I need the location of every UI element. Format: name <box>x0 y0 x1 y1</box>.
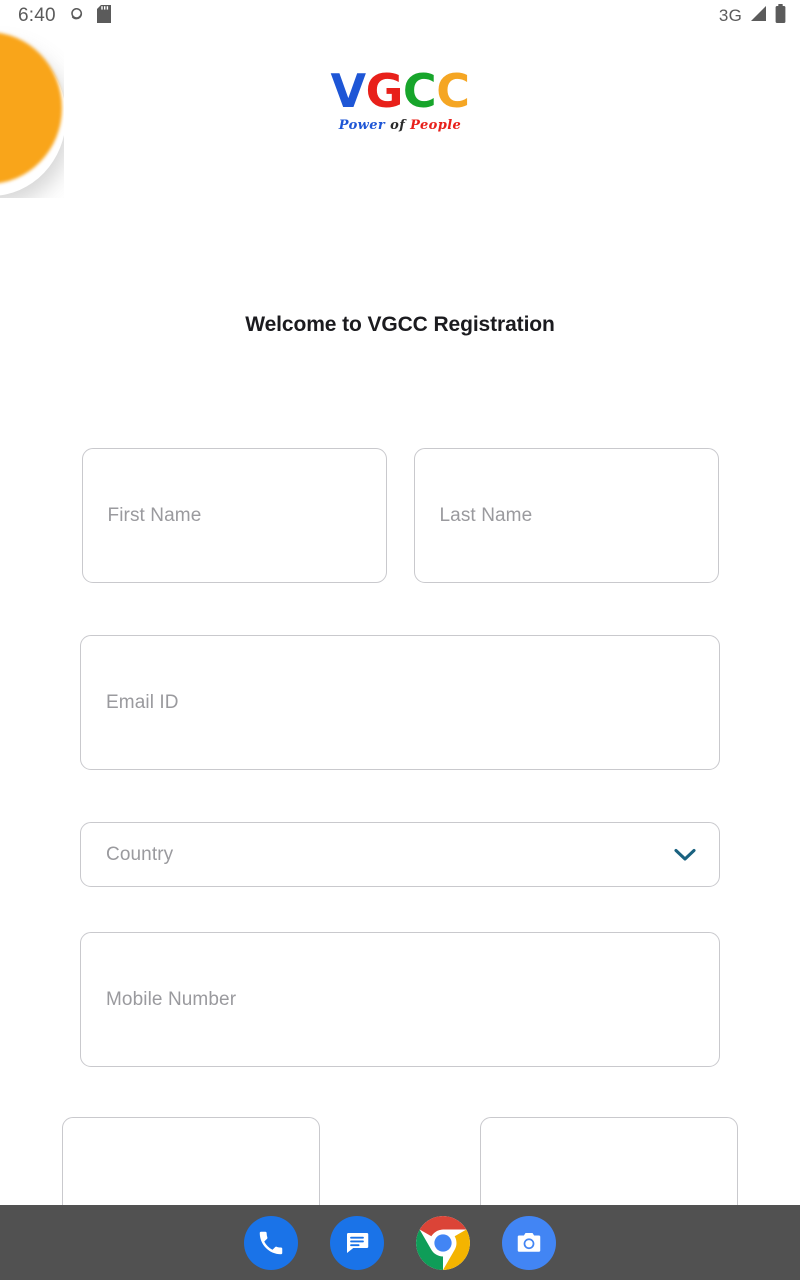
mobile-number-input[interactable]: Mobile Number <box>80 932 720 1067</box>
country-placeholder: Country <box>106 843 174 865</box>
first-name-placeholder: First Name <box>107 504 202 526</box>
sd-card-icon <box>96 4 111 28</box>
logo-letter-c1: C <box>402 64 437 118</box>
signal-icon <box>749 5 768 27</box>
email-input[interactable]: Email ID <box>80 635 720 770</box>
country-select[interactable]: Country <box>80 822 720 887</box>
chrome-icon[interactable] <box>416 1215 470 1270</box>
status-bar: 6:40 3G <box>0 0 800 32</box>
email-placeholder: Email ID <box>106 691 179 713</box>
logo-tagline: Power of People <box>0 119 800 132</box>
email-field-row: Email ID <box>0 635 800 770</box>
app-dock <box>0 1205 800 1280</box>
location-field-row: State Zip or Pincode <box>0 1117 800 1205</box>
mobile-placeholder: Mobile Number <box>106 988 237 1010</box>
last-name-input[interactable]: Last Name <box>413 448 719 583</box>
battery-icon <box>775 4 786 28</box>
phone-icon[interactable] <box>244 1215 298 1270</box>
state-input[interactable]: State <box>62 1117 320 1205</box>
app-logo: VGCC Power of People <box>0 68 800 132</box>
chevron-down-icon[interactable] <box>671 841 699 869</box>
zip-input[interactable]: Zip or Pincode <box>480 1117 738 1205</box>
tagline-word-of: of <box>390 118 406 133</box>
logo-letter-v: V <box>330 64 367 118</box>
country-field-row: Country <box>0 822 800 887</box>
status-bar-left: 6:40 <box>18 4 111 28</box>
registration-page: VGCC Power of People Welcome to VGCC Reg… <box>0 0 800 1205</box>
camera-icon[interactable] <box>502 1215 556 1270</box>
network-type-label: 3G <box>718 6 742 25</box>
registration-form: First Name Last Name Email ID Country Mo… <box>0 448 800 1205</box>
status-bar-right: 3G <box>719 4 786 28</box>
logo-letter-c2: C <box>436 64 470 118</box>
name-field-row: First Name Last Name <box>0 448 800 583</box>
tagline-word-people: People <box>410 118 462 133</box>
page-title: Welcome to VGCC Registration <box>245 313 555 336</box>
messages-icon[interactable] <box>330 1215 384 1270</box>
last-name-placeholder: Last Name <box>439 504 533 526</box>
mobile-field-row: Mobile Number <box>0 932 800 1067</box>
sync-icon <box>68 5 85 27</box>
first-name-input[interactable]: First Name <box>81 448 387 583</box>
status-clock: 6:40 <box>18 5 56 26</box>
logo-wordmark: VGCC <box>331 68 470 114</box>
tagline-word-power: Power <box>338 118 386 133</box>
logo-letter-g: G <box>365 64 404 118</box>
